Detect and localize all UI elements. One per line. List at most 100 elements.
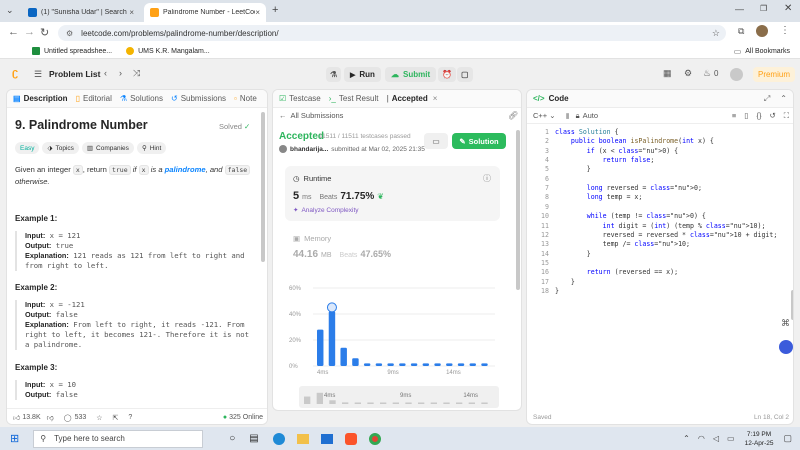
- tab-search-icon[interactable]: ⌄: [6, 5, 14, 16]
- minimize-icon[interactable]: —: [735, 4, 744, 14]
- extensions-icon[interactable]: ⧉: [738, 26, 744, 37]
- run-button[interactable]: ▶ Run: [344, 67, 381, 82]
- chrome-icon[interactable]: [368, 432, 381, 445]
- tab-submissions[interactable]: ↺ Submissions: [171, 94, 226, 103]
- bookmark-icon[interactable]: ▯: [744, 111, 748, 120]
- palindrome-link[interactable]: palindrome: [165, 165, 206, 174]
- brave-icon[interactable]: [344, 432, 357, 445]
- notification-icon[interactable]: ▢: [783, 433, 792, 444]
- edge-icon[interactable]: [272, 432, 285, 445]
- chart-bar[interactable]: [375, 363, 383, 366]
- chart-bar[interactable]: [410, 363, 418, 366]
- cortana-icon[interactable]: ○: [229, 433, 235, 444]
- scrollbar[interactable]: [261, 112, 265, 262]
- mail-icon[interactable]: [320, 433, 333, 444]
- settings-gear-icon[interactable]: ⚙: [684, 68, 692, 79]
- maximize-icon[interactable]: ❐: [760, 4, 767, 13]
- collapse-icon[interactable]: ⌃: [780, 94, 787, 103]
- premium-button[interactable]: Premium: [753, 67, 795, 82]
- task-view-icon[interactable]: ▤: [249, 433, 258, 444]
- chart-bar[interactable]: [481, 363, 488, 366]
- tab-note[interactable]: ▫ Note: [234, 94, 257, 103]
- clock[interactable]: 7:19 PM 12-Apr-25: [745, 430, 774, 448]
- browser-tab-leetcode[interactable]: Palindrome Number - LeetCod ×: [144, 3, 266, 22]
- notes-button[interactable]: ▢: [457, 67, 473, 82]
- forward-icon[interactable]: →: [24, 26, 35, 38]
- chart-bar[interactable]: [340, 347, 347, 366]
- address-bar[interactable]: ⚙ leetcode.com/problems/palindrome-numbe…: [58, 25, 726, 41]
- leetcode-logo-icon[interactable]: ʗ: [12, 67, 18, 79]
- scrollbar[interactable]: [791, 290, 793, 320]
- file-explorer-icon[interactable]: [296, 433, 309, 444]
- reset-icon[interactable]: ↺: [769, 111, 775, 120]
- windows-start-icon[interactable]: ⊞: [10, 432, 19, 445]
- back-icon[interactable]: ←: [8, 26, 19, 38]
- debug-button[interactable]: ⚗: [326, 67, 342, 82]
- bookmark-spreadsheet[interactable]: Untitled spreadshee...: [44, 48, 112, 55]
- shuffle-icon[interactable]: ⤨: [133, 68, 140, 79]
- help-icon[interactable]: ?: [128, 414, 132, 421]
- topics-chip[interactable]: ⬗ Topics: [42, 142, 79, 154]
- tab-accepted[interactable]: | Accepted ×: [386, 94, 437, 103]
- difficulty-badge[interactable]: Easy: [15, 142, 40, 154]
- solution-button[interactable]: ✎ Solution: [452, 133, 506, 149]
- expand-icon[interactable]: ⤢: [764, 94, 770, 104]
- comment-icon[interactable]: ◯: [64, 414, 72, 422]
- code-editor[interactable]: 1 class Solution {2 public boolean isPali…: [527, 128, 789, 388]
- close-tab-icon[interactable]: ×: [433, 94, 438, 103]
- thumbs-down-icon[interactable]: 👎︎: [47, 413, 54, 422]
- chart-bar[interactable]: [457, 363, 465, 366]
- analyze-complexity-link[interactable]: ✦ Analyze Complexity: [293, 206, 359, 215]
- info-icon[interactable]: ⓘ: [483, 173, 491, 184]
- wifi-icon[interactable]: ◠: [698, 434, 705, 443]
- chart-bar[interactable]: [446, 363, 453, 366]
- tab-description[interactable]: ▤ Description: [13, 94, 68, 103]
- chart-bar[interactable]: [352, 358, 359, 366]
- close-tab-icon[interactable]: ×: [129, 8, 134, 17]
- browser-menu-icon[interactable]: ⋮: [780, 25, 790, 36]
- taskbar-search[interactable]: ⚲ Type here to search: [33, 429, 204, 448]
- tab-solutions[interactable]: ⚗ Solutions: [120, 94, 163, 103]
- code-tab-label[interactable]: Code: [549, 94, 569, 103]
- profile-avatar[interactable]: [756, 25, 768, 37]
- reload-icon[interactable]: ↻: [40, 26, 49, 39]
- fullscreen-icon[interactable]: ⛶: [784, 111, 789, 121]
- runtime-distribution-chart[interactable]: 60% 40% 20% 0% 4ms 9ms 14ms: [285, 280, 500, 380]
- assistant-icon[interactable]: [779, 340, 793, 354]
- username[interactable]: bhandarija...: [290, 146, 328, 153]
- site-info-icon[interactable]: ⚙: [66, 29, 73, 38]
- chart-bar[interactable]: [328, 311, 336, 366]
- next-problem-icon[interactable]: ›: [119, 68, 122, 78]
- translate-icon[interactable]: ⌘: [781, 318, 790, 329]
- runtime-card[interactable]: ◷ Runtime ⓘ 5 ms Beats 71.75% ❦ ✦ Analyz…: [285, 166, 500, 221]
- problem-list-link[interactable]: Problem List: [49, 69, 100, 79]
- chart-bar[interactable]: [399, 363, 406, 366]
- volume-icon[interactable]: ◁: [713, 434, 719, 443]
- companies-chip[interactable]: ▥ Companies: [81, 142, 134, 154]
- all-bookmarks[interactable]: All Bookmarks: [745, 48, 790, 55]
- auto-label[interactable]: Auto: [583, 111, 598, 120]
- browser-tab-linkedin[interactable]: (1) "Sunisha Udar" | Search | Lin ×: [22, 3, 140, 22]
- link-icon[interactable]: 🔗︎: [508, 111, 518, 120]
- star-icon[interactable]: ☆: [96, 414, 102, 422]
- submit-button[interactable]: ☁ Submit: [385, 67, 437, 82]
- chart-bar[interactable]: [422, 363, 430, 366]
- streak-fire-icon[interactable]: ♨: [703, 68, 711, 79]
- hint-chip[interactable]: ⚲ Hint: [136, 142, 167, 154]
- user-avatar[interactable]: [730, 68, 743, 81]
- tab-editorial[interactable]: ▯ Editorial: [76, 94, 112, 103]
- tab-testcase[interactable]: ☑ Testcase: [279, 94, 321, 103]
- scrollbar[interactable]: [516, 130, 520, 290]
- chart-bar[interactable]: [363, 363, 371, 366]
- timer-button[interactable]: ⏰: [438, 67, 456, 82]
- thumbs-up-icon[interactable]: 👍︎: [13, 413, 20, 422]
- editor-toggle-button[interactable]: ▭: [424, 133, 448, 149]
- prev-problem-icon[interactable]: ‹: [104, 68, 107, 78]
- tray-chevron-icon[interactable]: ⌃: [683, 434, 690, 443]
- braces-icon[interactable]: {}: [756, 111, 761, 120]
- chart-bar[interactable]: [434, 363, 441, 366]
- all-submissions-link[interactable]: ← All Submissions: [279, 111, 343, 120]
- bookmark-ums[interactable]: UMS K.R. Mangalam...: [138, 48, 210, 55]
- layout-icon[interactable]: ▦: [663, 68, 672, 79]
- format-icon[interactable]: ≡: [732, 111, 736, 120]
